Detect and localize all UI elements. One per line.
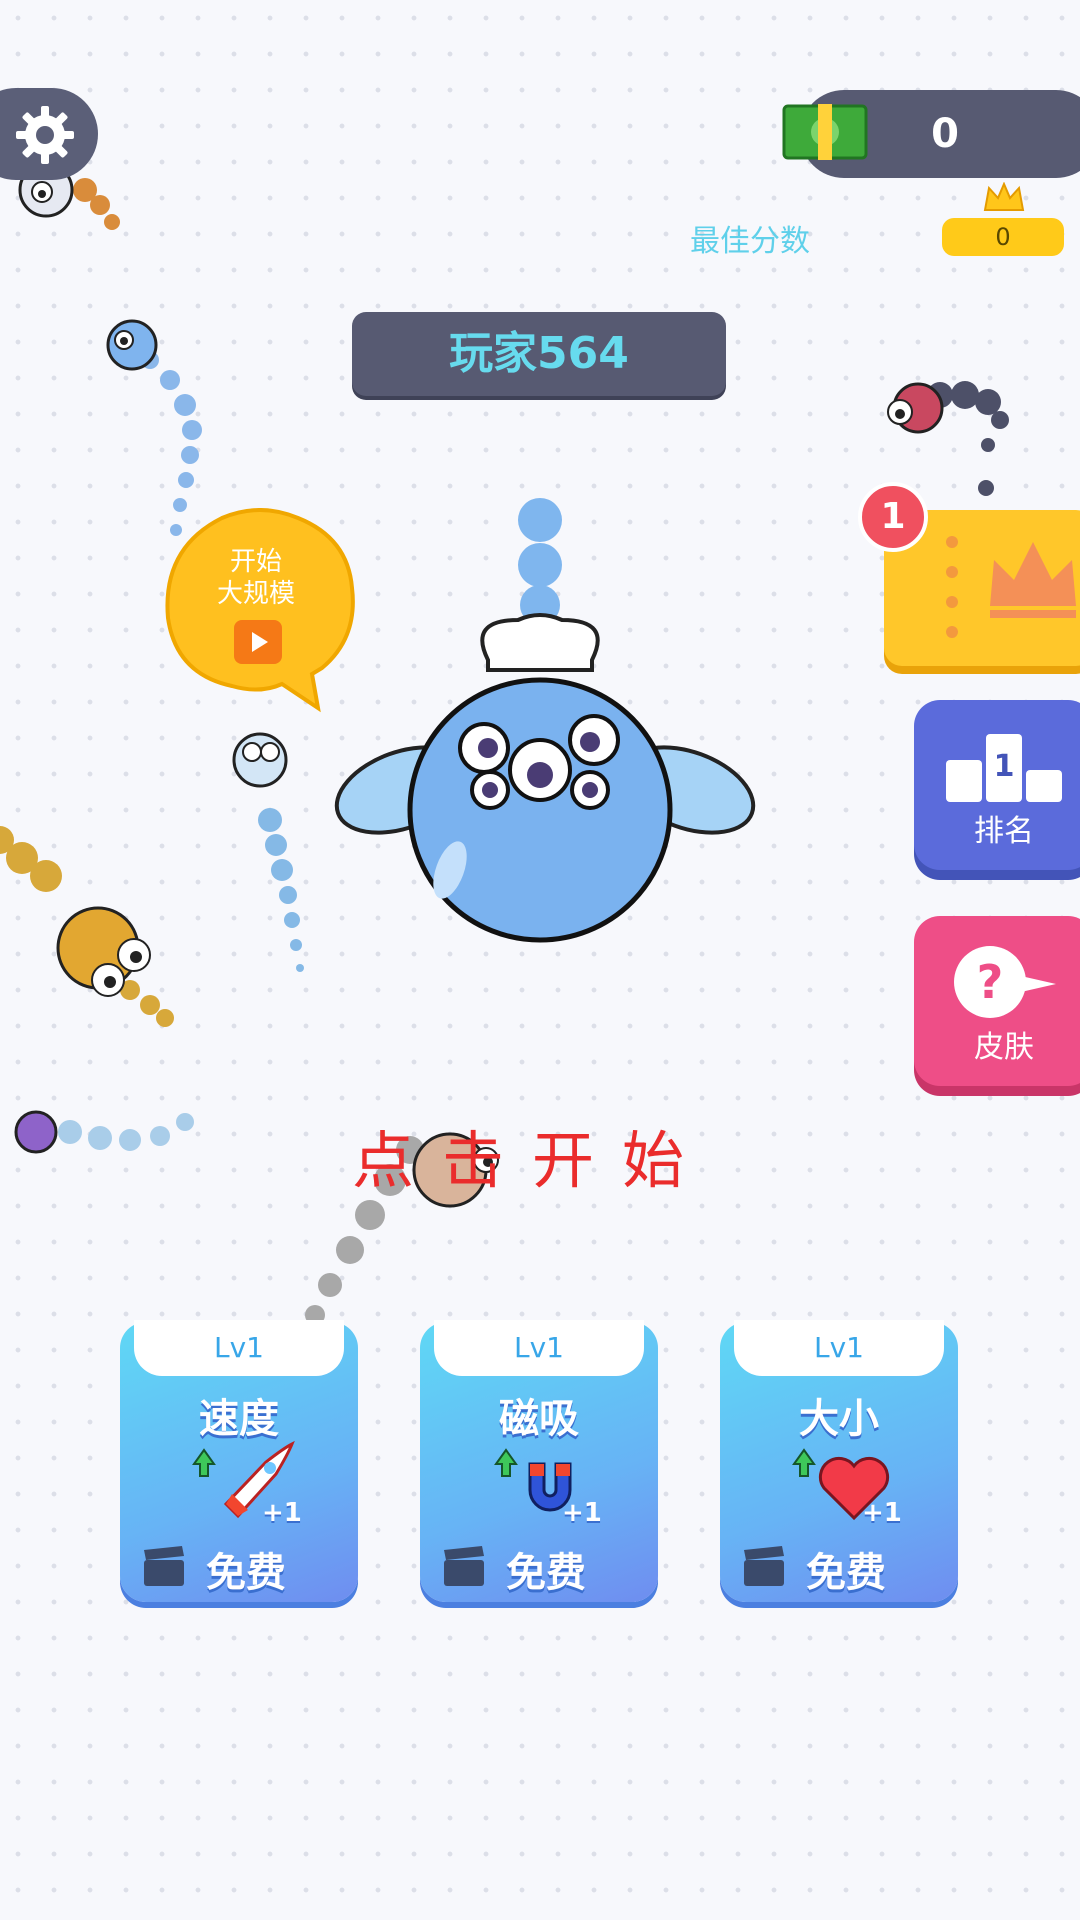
enemy-creature-blue-1	[106, 319, 158, 371]
crown-icon	[990, 542, 1076, 618]
cash-icon	[782, 104, 868, 160]
start-mass-bubble[interactable]	[162, 508, 358, 718]
clapperboard-icon	[444, 1546, 484, 1586]
ticket-dots	[946, 536, 958, 638]
card-plus: +1	[862, 1498, 902, 1528]
svg-text:?: ?	[977, 955, 1004, 1009]
best-score-label: 最佳分数	[690, 224, 810, 259]
card-level: Lv1	[134, 1320, 344, 1376]
player-name[interactable]: 玩家564	[352, 312, 726, 396]
notification-badge: 1	[858, 482, 928, 552]
enemy-creature-navy	[887, 382, 944, 434]
rank-label: 排名	[974, 814, 1034, 849]
card-free-label: 免费	[806, 1550, 886, 1596]
play-icon[interactable]	[234, 620, 282, 664]
card-free-label: 免费	[506, 1550, 586, 1596]
rank-button[interactable]: 1 排名	[914, 700, 1080, 870]
clapperboard-icon	[744, 1546, 784, 1586]
enemy-trail-lightblue	[58, 1113, 194, 1151]
upgrade-card-size[interactable]: Lv1 大小 +1 免费	[720, 1320, 958, 1602]
svg-text:1: 1	[994, 749, 1015, 784]
card-free-label: 免费	[206, 1550, 286, 1596]
upgrade-card-speed[interactable]: Lv1 速度 +1 免费	[120, 1320, 358, 1602]
card-level: Lv1	[734, 1320, 944, 1376]
bubble-line-2: 大规模	[216, 579, 295, 609]
crown-icon	[983, 182, 1025, 211]
enemy-creature-white	[232, 732, 288, 788]
skin-label: 皮肤	[974, 1030, 1034, 1065]
skin-button[interactable]: ? 皮肤	[914, 916, 1080, 1086]
card-plus: +1	[562, 1498, 602, 1528]
gear-icon[interactable]	[14, 104, 76, 166]
tap-to-start-text[interactable]: 点击开始	[352, 1110, 736, 1200]
podium-icon: 1	[946, 734, 1062, 802]
question-icon: ?	[954, 946, 1056, 1018]
enemy-creature-purple	[14, 1110, 58, 1154]
player-creature	[334, 498, 756, 943]
bubble-line-1: 开始	[229, 547, 282, 577]
clapperboard-icon	[144, 1546, 184, 1586]
best-score-value: 0	[942, 218, 1064, 256]
currency-value: 0	[931, 111, 959, 157]
card-level: Lv1	[434, 1320, 644, 1376]
enemy-trail-orange	[73, 178, 120, 230]
enemy-trail-blue-2	[258, 808, 304, 972]
upgrade-card-magnet[interactable]: Lv1 磁吸 +1 免费	[420, 1320, 658, 1602]
card-plus: +1	[262, 1498, 302, 1528]
